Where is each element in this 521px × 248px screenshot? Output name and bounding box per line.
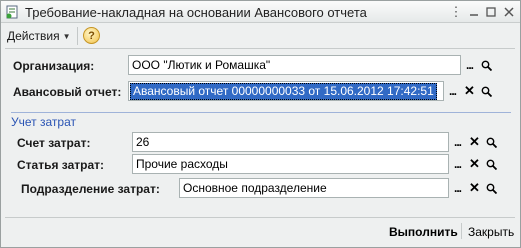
clear-icon[interactable]: ✕ [466,178,483,198]
close-button[interactable]: Закрыть [468,225,514,239]
dropdown-arrow-icon: ▼ [62,31,71,41]
cost-department-field: Основное подразделение ... ✕ [179,178,500,198]
select-button[interactable]: ... [449,178,466,198]
search-icon[interactable] [478,81,495,101]
select-button[interactable]: ... [449,154,466,174]
document-icon [6,5,18,19]
cost-account-label: Счет затрат: [17,136,91,150]
more-icon[interactable]: ⋮ [447,4,465,20]
search-icon[interactable] [483,154,500,174]
cost-group-title: Учет затрат [11,115,76,129]
actions-label: Действия [7,29,60,43]
footer-separator [461,223,462,239]
execute-button[interactable]: Выполнить [389,225,458,239]
search-icon[interactable] [483,178,500,198]
footer-divider [5,217,515,218]
clear-icon[interactable]: ✕ [466,154,483,174]
window-title: Требование-накладная на основании Авансо… [25,5,367,20]
select-button[interactable]: ... [461,55,478,75]
cost-item-field: Прочие расходы ... ✕ [132,154,500,174]
advance-report-input[interactable]: Авансовый отчет 00000000033 от 15.06.201… [128,81,444,101]
cost-department-label: Подразделение затрат: [21,182,160,196]
organization-field: ООО "Лютик и Ромашка" ... [128,55,495,75]
search-icon[interactable] [483,132,500,152]
cost-account-input[interactable]: 26 [132,132,449,152]
title-bar[interactable]: Требование-накладная на основании Авансо… [1,1,520,23]
advance-report-label: Авансовый отчет: [13,85,122,99]
toolbar-divider [5,48,515,49]
search-icon[interactable] [478,55,495,75]
help-button[interactable]: ? [83,27,100,44]
select-button[interactable]: ... [444,81,461,101]
minimize-icon[interactable] [465,4,483,20]
actions-menu-button[interactable]: Действия ▼ [7,27,71,45]
close-icon[interactable] [500,4,518,20]
group-divider [11,112,511,113]
dialog-window: Требование-накладная на основании Авансо… [0,0,521,248]
cost-item-label: Статья затрат: [17,158,105,172]
select-button[interactable]: ... [449,132,466,152]
organization-input[interactable]: ООО "Лютик и Ромашка" [128,55,461,75]
maximize-icon[interactable] [482,4,500,20]
cost-account-field: 26 ... ✕ [132,132,500,152]
toolbar-separator [77,27,78,45]
advance-report-value: Авансовый отчет 00000000033 от 15.06.201… [130,83,437,100]
clear-icon[interactable]: ✕ [466,132,483,152]
organization-label: Организация: [13,59,95,73]
cost-department-input[interactable]: Основное подразделение [179,178,449,198]
toolbar: Действия ▼ ? [5,25,516,47]
cost-item-input[interactable]: Прочие расходы [132,154,449,174]
clear-icon[interactable]: ✕ [461,81,478,101]
advance-report-field: Авансовый отчет 00000000033 от 15.06.201… [128,81,495,101]
